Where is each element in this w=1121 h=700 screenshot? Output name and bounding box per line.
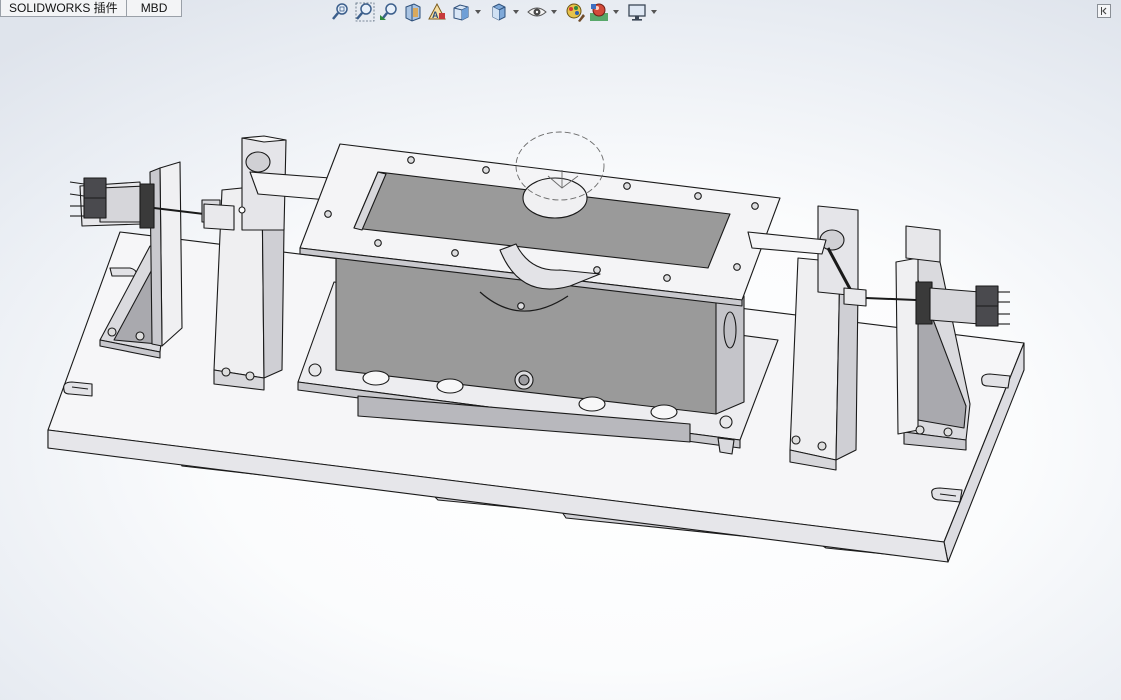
section-view-button[interactable] [402, 1, 424, 23]
display-style-dropdown[interactable] [512, 1, 520, 23]
edit-appearance-icon [566, 3, 585, 22]
view-orientation-icon [453, 4, 469, 21]
view-orientation-button[interactable] [450, 1, 472, 23]
view-settings-dropdown[interactable] [650, 1, 658, 23]
hide-show-items-dropdown[interactable] [550, 1, 558, 23]
monitor-icon [628, 4, 646, 21]
zoom-to-area-button[interactable] [354, 1, 376, 23]
previous-view-icon [380, 3, 397, 20]
chevron-down-icon [613, 10, 619, 14]
task-pane-toggle-button[interactable] [1097, 4, 1111, 18]
view-orientation-dropdown[interactable] [474, 1, 482, 23]
hide-show-items-icon [527, 7, 547, 17]
heads-up-view-toolbar: A [330, 0, 664, 24]
tab-mbd[interactable]: MBD [125, 0, 183, 17]
chevron-down-icon [651, 10, 657, 14]
apply-scene-button[interactable] [588, 1, 610, 23]
tab-solidworks-addins[interactable]: SOLIDWORKS 插件 [0, 0, 127, 17]
central-fixture [297, 131, 781, 455]
display-style-button[interactable] [488, 1, 510, 23]
apply-scene-dropdown[interactable] [612, 1, 620, 23]
zoom-to-fit-icon [332, 3, 348, 20]
hide-show-items-button[interactable] [526, 1, 548, 23]
command-manager-tabs: SOLIDWORKS 插件 MBD [0, 0, 183, 18]
chevron-down-icon [475, 10, 481, 14]
section-view-icon [405, 3, 421, 22]
view-settings-button[interactable] [626, 1, 648, 23]
dynamic-annotation-views-button[interactable]: A [426, 1, 448, 23]
apply-scene-icon [590, 3, 608, 21]
previous-view-button[interactable] [378, 1, 400, 23]
dynamic-annotation-views-icon: A [428, 2, 446, 20]
display-style-icon [492, 3, 506, 21]
chevron-down-icon [513, 10, 519, 14]
edit-appearance-button[interactable] [564, 1, 586, 23]
svg-text:A: A [432, 10, 439, 20]
zoom-to-area-icon [355, 2, 375, 22]
chevron-left-icon [1101, 7, 1107, 15]
zoom-to-fit-button[interactable] [330, 1, 352, 23]
graphics-area[interactable] [0, 0, 1121, 700]
chevron-down-icon [551, 10, 557, 14]
